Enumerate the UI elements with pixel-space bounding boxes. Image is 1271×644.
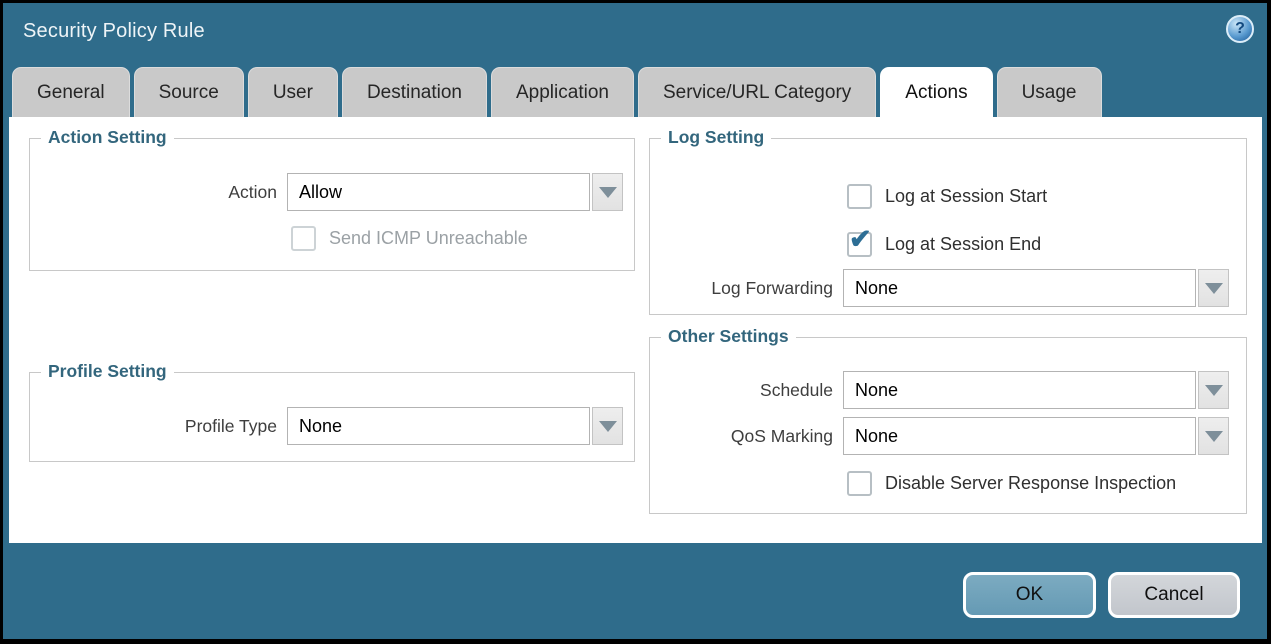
- qos-marking-dropdown[interactable]: None: [843, 417, 1229, 455]
- log-forwarding-dropdown[interactable]: None: [843, 269, 1229, 307]
- log-setting-legend: Log Setting: [661, 127, 771, 148]
- help-icon[interactable]: ?: [1226, 15, 1254, 43]
- log-at-session-start-row: Log at Session Start: [847, 183, 1047, 209]
- chevron-down-icon: [599, 187, 617, 198]
- tab-actions[interactable]: Actions: [880, 67, 992, 117]
- tab-user[interactable]: User: [248, 67, 338, 117]
- chevron-down-icon: [1205, 385, 1223, 396]
- tab-service-url-category[interactable]: Service/URL Category: [638, 67, 876, 117]
- chevron-down-icon: [599, 421, 617, 432]
- other-settings-legend: Other Settings: [661, 326, 796, 347]
- profile-type-row: Profile Type None: [30, 407, 634, 445]
- qos-marking-dropdown-value[interactable]: None: [843, 417, 1196, 455]
- tab-application[interactable]: Application: [491, 67, 634, 117]
- tab-source[interactable]: Source: [134, 67, 244, 117]
- ok-button[interactable]: OK: [963, 572, 1096, 618]
- schedule-dropdown[interactable]: None: [843, 371, 1229, 409]
- log-forwarding-row: Log Forwarding None: [650, 269, 1246, 307]
- tab-application-label: Application: [516, 82, 609, 104]
- tab-actions-label: Actions: [905, 82, 967, 104]
- tab-user-label: User: [273, 82, 313, 104]
- schedule-label: Schedule: [650, 380, 833, 401]
- qos-marking-label: QoS Marking: [650, 426, 833, 447]
- log-setting-group: Log Setting Log at Session Start Log at …: [649, 138, 1247, 315]
- log-at-session-start-label: Log at Session Start: [885, 186, 1047, 207]
- action-dropdown-button[interactable]: [592, 173, 623, 211]
- tab-service-url-category-label: Service/URL Category: [663, 82, 851, 104]
- log-at-session-end-checkbox[interactable]: [847, 232, 872, 257]
- schedule-dropdown-button[interactable]: [1198, 371, 1229, 409]
- tab-destination-label: Destination: [367, 82, 462, 104]
- log-forwarding-dropdown-value[interactable]: None: [843, 269, 1196, 307]
- disable-server-response-inspection-label: Disable Server Response Inspection: [885, 473, 1176, 494]
- other-settings-group: Other Settings Schedule None QoS Marking…: [649, 337, 1247, 514]
- tab-general-label: General: [37, 82, 105, 104]
- tab-usage-label: Usage: [1022, 82, 1077, 104]
- tab-bar: General Source User Destination Applicat…: [12, 67, 1102, 117]
- chevron-down-icon: [1205, 283, 1223, 294]
- action-setting-group: Action Setting Action Allow Send ICMP Un…: [29, 138, 635, 271]
- schedule-row: Schedule None: [650, 371, 1246, 409]
- log-forwarding-label: Log Forwarding: [650, 278, 833, 299]
- action-dropdown[interactable]: Allow: [287, 173, 623, 211]
- dialog-title: Security Policy Rule: [23, 20, 205, 43]
- profile-type-label: Profile Type: [30, 416, 277, 437]
- profile-setting-legend: Profile Setting: [41, 361, 174, 382]
- profile-type-dropdown[interactable]: None: [287, 407, 623, 445]
- schedule-dropdown-value[interactable]: None: [843, 371, 1196, 409]
- tab-content-panel: Action Setting Action Allow Send ICMP Un…: [9, 117, 1262, 543]
- tab-usage[interactable]: Usage: [997, 67, 1102, 117]
- cancel-button[interactable]: Cancel: [1108, 572, 1240, 618]
- tab-destination[interactable]: Destination: [342, 67, 487, 117]
- log-forwarding-dropdown-button[interactable]: [1198, 269, 1229, 307]
- profile-setting-group: Profile Setting Profile Type None: [29, 372, 635, 462]
- action-dropdown-value[interactable]: Allow: [287, 173, 590, 211]
- disable-server-response-inspection-row: Disable Server Response Inspection: [847, 470, 1176, 496]
- tab-general[interactable]: General: [12, 67, 130, 117]
- qos-marking-row: QoS Marking None: [650, 417, 1246, 455]
- send-icmp-unreachable-checkbox: [291, 226, 316, 251]
- qos-marking-dropdown-button[interactable]: [1198, 417, 1229, 455]
- action-row: Action Allow: [30, 173, 634, 211]
- help-icon-glyph: ?: [1235, 20, 1245, 38]
- log-at-session-end-label: Log at Session End: [885, 234, 1041, 255]
- action-label: Action: [30, 182, 277, 203]
- disable-server-response-inspection-checkbox[interactable]: [847, 471, 872, 496]
- profile-type-dropdown-button[interactable]: [592, 407, 623, 445]
- action-setting-legend: Action Setting: [41, 127, 174, 148]
- log-at-session-start-checkbox[interactable]: [847, 184, 872, 209]
- log-at-session-end-row: Log at Session End: [847, 231, 1041, 257]
- send-icmp-unreachable-row: Send ICMP Unreachable: [291, 225, 528, 251]
- chevron-down-icon: [1205, 431, 1223, 442]
- profile-type-dropdown-value[interactable]: None: [287, 407, 590, 445]
- send-icmp-unreachable-label: Send ICMP Unreachable: [329, 228, 528, 249]
- tab-source-label: Source: [159, 82, 219, 104]
- dialog-window: Security Policy Rule ? General Source Us…: [3, 3, 1267, 639]
